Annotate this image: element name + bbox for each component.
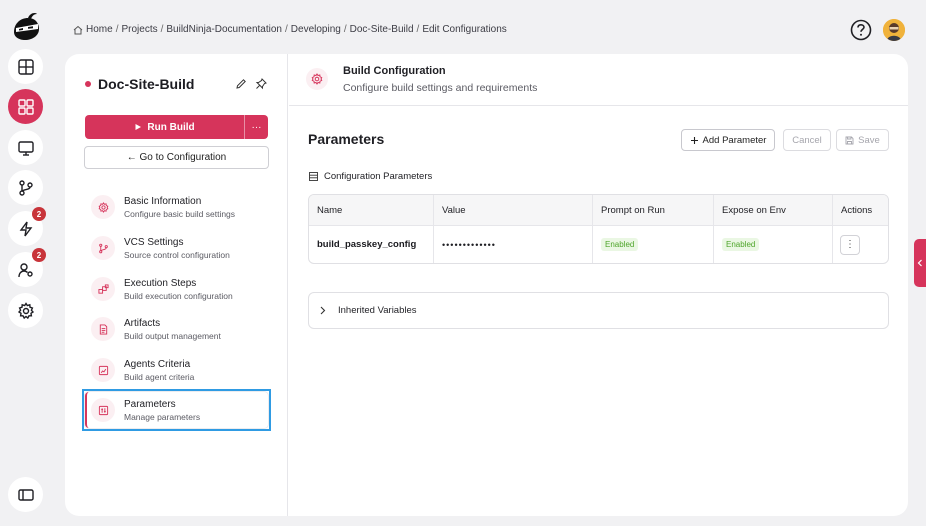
- gear-icon: [306, 68, 328, 90]
- chevron-left-icon: [917, 259, 922, 267]
- page-title: Build Configuration: [343, 65, 446, 77]
- lightning-icon[interactable]: 2: [8, 207, 46, 246]
- column-header: Actions: [841, 204, 873, 216]
- user-settings-icon[interactable]: 2: [8, 248, 46, 287]
- column-header: Expose on Env: [714, 195, 833, 225]
- column-header: Name: [309, 195, 434, 225]
- plus-icon: [690, 136, 698, 144]
- project-title: Doc-Site-Build: [98, 76, 195, 92]
- breadcrumb-current: Edit Configurations: [422, 24, 507, 35]
- steps-icon: [91, 277, 115, 301]
- breadcrumb-item[interactable]: Projects: [121, 24, 157, 35]
- expose-status-badge: Enabled: [722, 238, 760, 251]
- cancel-button[interactable]: Cancel: [783, 129, 831, 151]
- play-icon: [135, 124, 142, 130]
- nav-title: Basic Information: [124, 195, 202, 207]
- gear-icon: [91, 195, 115, 219]
- dashboard-icon[interactable]: [8, 49, 43, 84]
- projects-grid-icon[interactable]: [8, 89, 43, 124]
- breadcrumb-item[interactable]: BuildNinja-Documentation: [166, 24, 282, 35]
- nav-subtitle: Build execution configuration: [124, 290, 233, 301]
- save-label: Save: [858, 134, 880, 146]
- help-icon[interactable]: [850, 19, 872, 41]
- section-title: Parameters: [308, 131, 385, 147]
- nav-parameters[interactable]: Parameters Manage parameters: [82, 389, 271, 431]
- inherited-variables-accordion[interactable]: Inherited Variables: [308, 292, 889, 329]
- nav-subtitle: Manage parameters: [124, 411, 201, 422]
- run-build-button[interactable]: Run Build ···: [85, 115, 268, 139]
- breadcrumb: Home / Projects / BuildNinja-Documentation…: [73, 24, 507, 35]
- home-icon[interactable]: [73, 25, 83, 35]
- agent-icon: [91, 358, 115, 382]
- save-icon: [845, 136, 854, 144]
- page-subtitle: Configure build settings and requirement…: [343, 82, 538, 94]
- go-to-configuration-button[interactable]: ← Go to Configuration: [84, 146, 269, 169]
- column-header: Value: [434, 195, 593, 225]
- table-row[interactable]: build_passkey_config ••••••••••••• Enabl…: [309, 226, 888, 263]
- nav-basic-information[interactable]: Basic Information Configure basic build …: [87, 190, 267, 224]
- nav-subtitle: Build agent criteria: [124, 371, 195, 382]
- run-build-main[interactable]: Run Build: [85, 115, 244, 139]
- panel-toggle-tab[interactable]: [914, 239, 926, 287]
- pin-icon[interactable]: [255, 78, 267, 90]
- inherited-variables-label: Inherited Variables: [338, 305, 417, 316]
- parameters-table: Name Value Prompt on Run Expose on Env A…: [308, 194, 889, 264]
- settings-gear-icon[interactable]: [8, 293, 43, 328]
- monitor-icon[interactable]: [8, 130, 43, 165]
- project-header: Doc-Site-Build: [85, 76, 194, 92]
- branch-icon: [91, 236, 115, 260]
- file-icon: [91, 317, 115, 341]
- nav-parameters-inner[interactable]: Parameters Manage parameters: [85, 392, 268, 428]
- ninja-logo-icon[interactable]: [10, 10, 42, 42]
- row-actions-menu-icon[interactable]: ⋮: [840, 234, 860, 255]
- nav-subtitle: Configure basic build settings: [124, 208, 236, 219]
- breadcrumb-item[interactable]: Developing: [291, 24, 341, 35]
- run-options-button[interactable]: ···: [244, 115, 268, 139]
- main-card: Doc-Site-Build Run Build ··· ← Go to Con…: [65, 54, 908, 516]
- user-avatar[interactable]: [883, 19, 905, 41]
- nav-artifacts[interactable]: Artifacts Build output management: [87, 312, 267, 346]
- nav-title: Parameters: [124, 398, 176, 410]
- nav-execution-steps[interactable]: Execution Steps Build execution configur…: [87, 272, 267, 306]
- save-button[interactable]: Save: [836, 129, 889, 151]
- configuration-parameters-label: Configuration Parameters: [309, 171, 432, 182]
- nav-title: Execution Steps: [124, 277, 197, 289]
- breadcrumb-item[interactable]: Home: [86, 24, 113, 35]
- prompt-status-badge: Enabled: [601, 238, 639, 251]
- nav-agents-criteria[interactable]: Agents Criteria Build agent criteria: [87, 353, 267, 387]
- vcs-branch-icon[interactable]: [8, 170, 43, 205]
- sidebar-toggle-icon[interactable]: [8, 477, 43, 512]
- notification-badge: 2: [32, 207, 46, 221]
- table-header: Name Value Prompt on Run Expose on Env A…: [309, 195, 888, 226]
- add-parameter-button[interactable]: Add Parameter: [681, 129, 775, 151]
- status-dot: [85, 81, 91, 87]
- nav-title: VCS Settings: [124, 236, 184, 248]
- add-parameter-label: Add Parameter: [702, 134, 767, 146]
- list-icon: [309, 172, 318, 181]
- notification-badge: 2: [32, 248, 46, 262]
- parameter-name: build_passkey_config: [317, 239, 417, 250]
- nav-subtitle: Source control configuration: [124, 249, 230, 260]
- nav-subtitle: Build output management: [124, 330, 221, 341]
- breadcrumb-item[interactable]: Doc-Site-Build: [350, 24, 414, 35]
- nav-title: Agents Criteria: [124, 358, 191, 370]
- parameter-value: •••••••••••••: [442, 239, 496, 250]
- content-header: Build Configuration Configure build sett…: [289, 54, 908, 106]
- column-header: Prompt on Run: [593, 195, 714, 225]
- run-build-label: Run Build: [147, 121, 195, 133]
- left-rail: 2 2: [0, 0, 52, 526]
- nav-title: Artifacts: [124, 317, 161, 329]
- chevron-right-icon: [320, 306, 326, 315]
- config-sidebar: Doc-Site-Build Run Build ··· ← Go to Con…: [65, 54, 288, 516]
- nav-vcs-settings[interactable]: VCS Settings Source control configuratio…: [87, 231, 267, 265]
- parameters-icon: [91, 398, 115, 422]
- section-subtitle: Configuration Parameters: [324, 171, 433, 182]
- edit-pencil-icon[interactable]: [235, 78, 247, 90]
